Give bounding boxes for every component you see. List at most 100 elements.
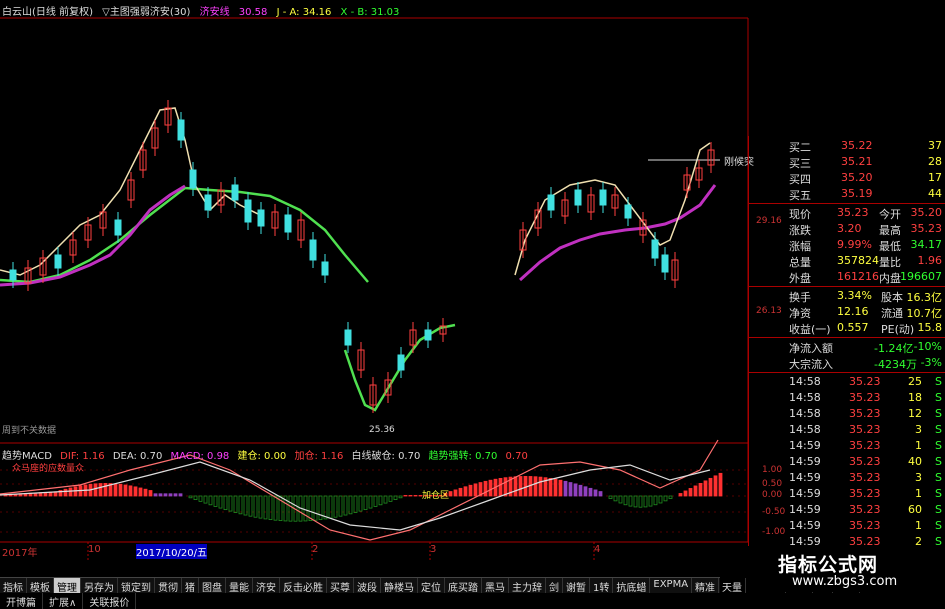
bottom-tab-2[interactable]: 关联报价	[83, 593, 137, 609]
tick-side: S	[935, 519, 942, 532]
tab-19[interactable]: 谢暂	[563, 578, 590, 594]
tab-3[interactable]: 另存为	[81, 578, 118, 594]
macd-bar	[448, 491, 453, 497]
bid-row: 买五 35.19 44	[749, 186, 945, 202]
macd-bar	[658, 495, 663, 504]
jiacang-value: 加仓: 1.16	[294, 451, 344, 462]
bid-volume: 37	[928, 139, 942, 152]
macd-bar	[583, 486, 588, 497]
macd-bar	[158, 493, 163, 497]
tab-14[interactable]: 定位	[418, 578, 445, 594]
stat-label: 收益(一)	[789, 323, 831, 336]
tab-4[interactable]: 锁定到	[118, 578, 155, 594]
tick-price: 35.23	[849, 423, 881, 436]
stat-value: 12.16	[837, 305, 869, 318]
x-label-date: 2017/10/20/五	[136, 544, 208, 559]
tick-price: 35.23	[849, 471, 881, 484]
stat-value: 196607	[900, 270, 942, 283]
macd-bar	[468, 484, 473, 497]
tab-0[interactable]: 指标	[0, 578, 27, 594]
tab-16[interactable]: 黑马	[482, 578, 509, 594]
tick-row: 14:58 35.23 25 S	[749, 374, 945, 390]
macd-bar	[413, 495, 418, 497]
tick-volume: 1	[915, 519, 922, 532]
tab-9[interactable]: 济安	[253, 578, 280, 594]
macd-bar	[663, 495, 668, 502]
macd-bar	[233, 495, 238, 513]
stat-row: 总量 357824 量比 1.96	[749, 253, 945, 269]
candle-body	[284, 214, 292, 233]
tab-8[interactable]: 量能	[226, 578, 253, 594]
tab-10[interactable]: 反击必胜	[280, 578, 327, 594]
macd-bar	[258, 495, 263, 519]
macd-bar	[153, 493, 158, 497]
tab-2[interactable]: 管理	[54, 578, 81, 594]
tab-18[interactable]: 剑	[546, 578, 563, 594]
stat-value: 357824	[837, 254, 879, 267]
bottom-tabs: 开博篇 扩展∧ 关联报价	[0, 593, 945, 609]
macd-bar	[533, 476, 538, 497]
macd-bar	[363, 495, 368, 511]
macd-bar	[268, 495, 273, 521]
macd-bar	[288, 495, 293, 522]
tab-22[interactable]: EXPMA	[650, 578, 693, 593]
candle-body	[231, 184, 239, 201]
tab-5[interactable]: 贯彻	[155, 578, 182, 594]
stat-value: 3.34%	[837, 289, 872, 302]
candle-body	[9, 269, 17, 281]
stat-value: 35.23	[910, 222, 943, 235]
indicator-subtitle: 众马座的应数量众	[12, 464, 85, 474]
tab-15[interactable]: 底买踏	[445, 578, 482, 594]
x-label-10: 10	[88, 544, 101, 555]
tab-7[interactable]: 图盘	[199, 578, 226, 594]
tick-price: 35.23	[849, 455, 881, 468]
macd-bar	[343, 495, 348, 516]
stat-value: 34.17	[910, 238, 943, 251]
tab-23[interactable]: 精准	[692, 578, 720, 594]
tick-row: 14:59 35.23 40 S	[749, 454, 945, 470]
candle-body	[114, 219, 122, 236]
bid-price: 35.19	[841, 187, 873, 200]
macd-bar	[683, 490, 688, 497]
bid-label: 买四	[789, 173, 811, 186]
flow-label: 净流入额	[789, 342, 833, 355]
stat-row: 现价 35.23 今开 35.20	[749, 205, 945, 221]
tab-6[interactable]: 猪	[182, 578, 199, 594]
stat-label: 流通	[881, 307, 903, 320]
tick-price: 35.23	[849, 503, 881, 516]
indicator-title[interactable]: ▽主图强弱济安(30)	[102, 7, 190, 18]
tab-12[interactable]: 波段	[354, 578, 381, 594]
tab-20[interactable]: 1转	[590, 578, 614, 594]
macd-bar	[678, 493, 683, 497]
tab-24[interactable]: 天量	[719, 578, 747, 594]
tab-1[interactable]: 模板	[27, 578, 54, 594]
tick-side: S	[935, 503, 942, 516]
tick-side: S	[935, 407, 942, 420]
stat-label: 内盘	[879, 272, 901, 285]
tab-21[interactable]: 抗底蜡	[613, 578, 651, 594]
jiacang-marker: 加仓区	[422, 491, 450, 501]
tab-13[interactable]: 静楼马	[381, 578, 418, 594]
macd-bar	[303, 495, 308, 522]
macd-bar	[378, 495, 383, 506]
bottom-tab-0[interactable]: 开博篇	[0, 593, 43, 609]
bid-label: 买三	[789, 157, 811, 170]
macd-bar	[588, 487, 593, 497]
stat-value: 0.557	[837, 321, 869, 334]
macd-bar	[563, 480, 568, 497]
candle-body	[397, 354, 405, 371]
macd-bar	[228, 495, 233, 512]
tab-17[interactable]: 主力辞	[509, 578, 546, 594]
stat-label: 现价	[789, 208, 811, 221]
macd-bar	[668, 495, 673, 499]
tab-11[interactable]: 买尊	[327, 578, 354, 594]
stat-label: 涨跌	[789, 224, 811, 237]
bottom-tab-1[interactable]: 扩展∧	[43, 593, 84, 609]
macd-bar	[383, 495, 388, 504]
stat-value: 161216	[837, 270, 879, 283]
j-value: J - A: 34.16	[276, 7, 332, 18]
dea-value: DEA: 0.70	[112, 451, 163, 462]
macd-bar	[373, 495, 378, 507]
macd-bar	[598, 491, 603, 497]
macd-bar	[98, 483, 103, 497]
